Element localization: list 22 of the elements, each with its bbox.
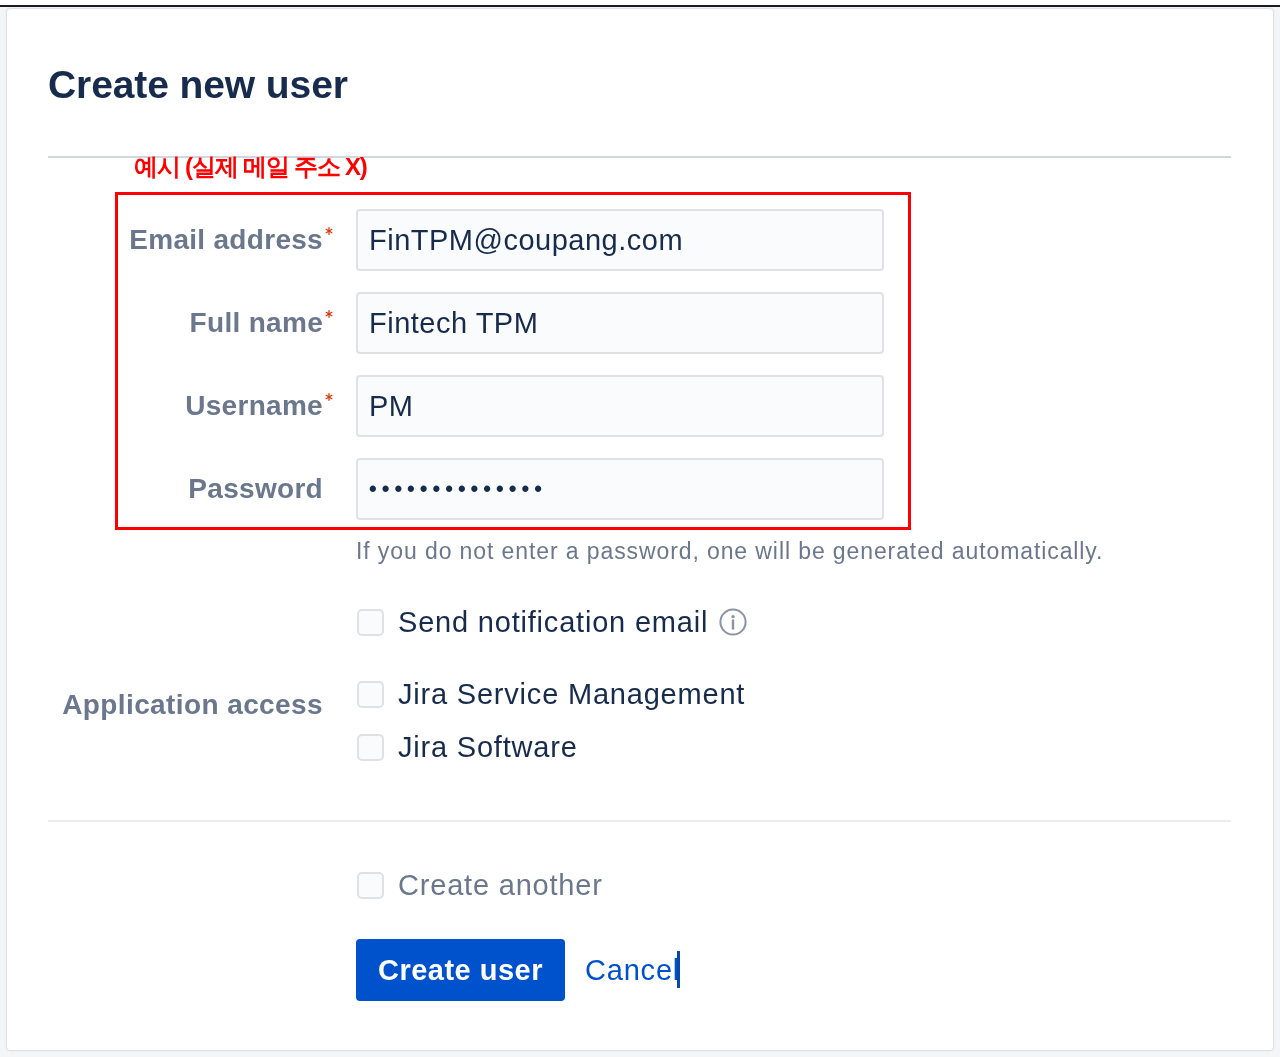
section-label: Application access <box>62 688 323 722</box>
field-label: Password <box>188 472 323 506</box>
text-field[interactable]: FinTPM@coupang.com <box>356 209 884 271</box>
checkbox[interactable] <box>357 680 384 708</box>
text-field[interactable]: Fintech TPM <box>356 292 884 354</box>
field-label: Email address <box>129 223 323 257</box>
info-icon[interactable] <box>719 608 748 636</box>
text-field[interactable]: PM <box>356 375 884 437</box>
create-user-button[interactable]: Create user <box>356 939 565 1001</box>
checkbox-label[interactable]: Jira Service Management <box>398 677 746 711</box>
checkbox[interactable] <box>357 733 384 761</box>
checkbox[interactable] <box>357 871 384 899</box>
annotation-note: 예시 (실제 메일 주소 X) <box>134 152 367 182</box>
dialog-title: Create new user <box>48 62 348 108</box>
checkbox-label[interactable]: Create another <box>398 868 603 902</box>
checkbox-label[interactable]: Jira Software <box>398 730 578 764</box>
checkbox[interactable] <box>357 608 384 636</box>
field-label: Full name <box>189 306 323 340</box>
field-label: Username <box>185 389 323 423</box>
checkbox-label[interactable]: Send notification email <box>398 605 709 639</box>
password-field[interactable]: •••••••••••••• <box>356 458 884 520</box>
password-hint: If you do not enter a password, one will be generated automatically. <box>356 538 1104 564</box>
